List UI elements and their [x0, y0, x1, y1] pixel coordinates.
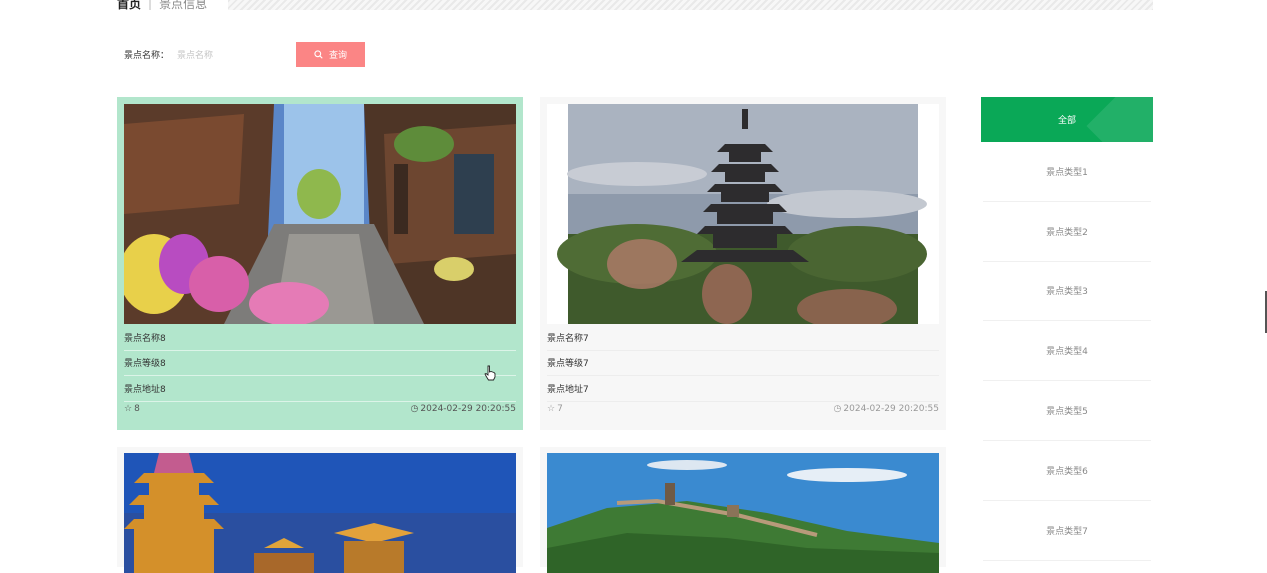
attraction-card[interactable] [540, 447, 946, 573]
search-label: 景点名称： [124, 51, 170, 61]
search-icon [314, 50, 323, 59]
star-icon: ☆ [547, 404, 556, 414]
category-item[interactable]: 景点类型5 [983, 381, 1151, 441]
clock-icon: ◷ [410, 404, 419, 414]
category-sidebar: 全部 景点类型1 景点类型2 景点类型3 景点类型4 景点类型5 景点类型6 景… [981, 97, 1153, 561]
category-item[interactable]: 景点类型1 [983, 142, 1151, 202]
clock-icon: ◷ [833, 404, 842, 414]
likes-count: ☆ 8 [124, 404, 140, 414]
breadcrumb-home[interactable]: 首页 [117, 0, 141, 12]
attraction-name: 景点名称8 [124, 325, 516, 351]
breadcrumb-current: 景点信息 [159, 0, 208, 11]
category-item[interactable]: 景点类型6 [983, 441, 1151, 501]
breadcrumb: 首页 | 景点信息 [117, 0, 207, 12]
category-all[interactable]: 全部 [981, 97, 1153, 142]
category-item[interactable]: 景点类型3 [983, 262, 1151, 322]
search-bar: 景点名称： 查询 [124, 42, 365, 67]
attraction-card[interactable]: 景点名称8 景点等级8 景点地址8 ☆ 8 ◷ 2024-02-29 20:20:5… [117, 97, 523, 430]
attraction-address: 景点地址7 [547, 376, 939, 402]
search-button-label: 查询 [328, 51, 347, 61]
attraction-image [124, 453, 516, 573]
attraction-name: 景点名称7 [547, 325, 939, 351]
likes-count: ☆ 7 [547, 404, 563, 414]
search-button[interactable]: 查询 [296, 42, 365, 67]
attraction-card[interactable]: 景点名称7 景点等级7 景点地址7 ☆ 7 ◷ 2024-02-29 20:20:5… [540, 97, 946, 430]
category-item[interactable]: 景点类型4 [983, 321, 1151, 382]
attraction-image [124, 104, 516, 324]
category-item[interactable]: 景点类型7 [983, 501, 1151, 561]
attraction-level: 景点等级8 [124, 351, 516, 376]
header-pattern [228, 0, 1153, 10]
attraction-level: 景点等级7 [547, 351, 939, 376]
publish-time: ◷ 2024-02-29 20:20:55 [410, 404, 516, 414]
attraction-image [547, 104, 939, 324]
attraction-address: 景点地址8 [124, 376, 516, 402]
breadcrumb-separator: | [148, 0, 153, 10]
attraction-card[interactable] [117, 447, 523, 573]
publish-time: ◷ 2024-02-29 20:20:55 [833, 404, 939, 414]
hand-cursor-icon [484, 365, 496, 381]
category-all-label: 全部 [1057, 116, 1076, 126]
search-input[interactable] [177, 43, 293, 66]
star-icon: ☆ [124, 404, 133, 414]
attraction-image [547, 453, 939, 573]
category-item[interactable]: 景点类型2 [983, 202, 1151, 262]
